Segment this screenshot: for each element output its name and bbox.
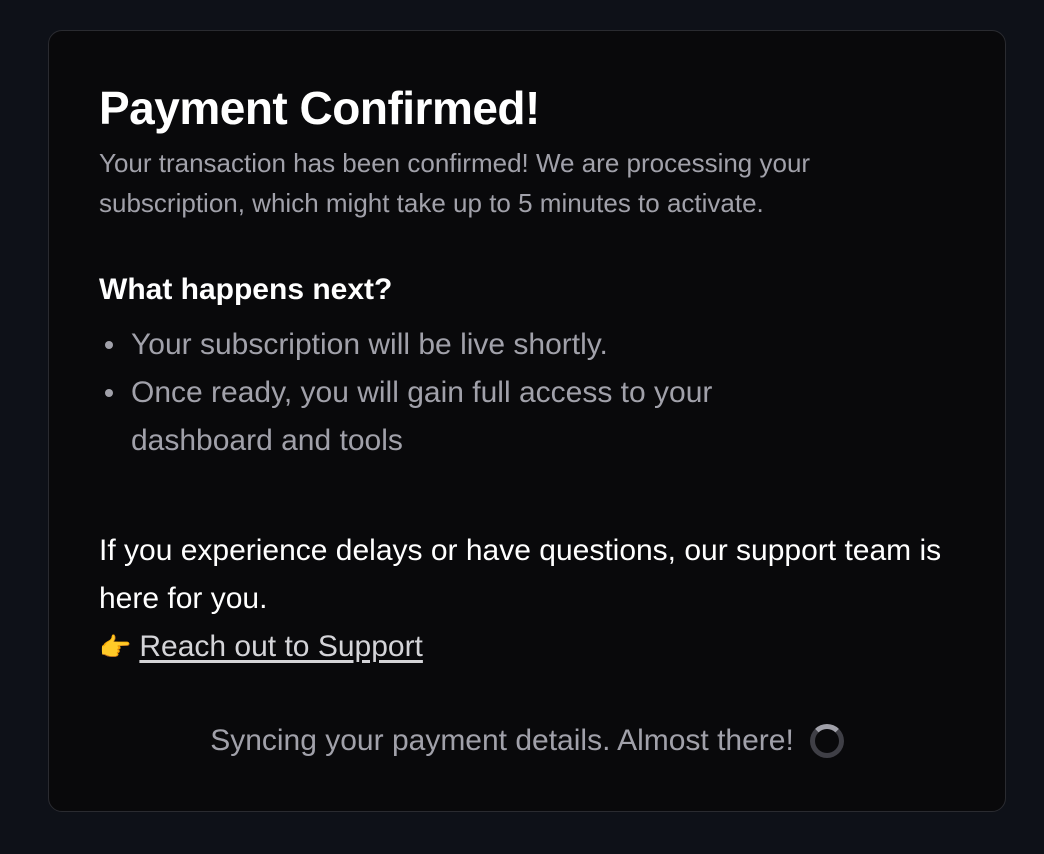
bullet-icon [105, 341, 113, 349]
payment-confirmed-card: Payment Confirmed! Your transaction has … [48, 30, 1006, 812]
support-message: If you experience delays or have questio… [99, 534, 942, 615]
sync-status: Syncing your payment details. Almost the… [49, 719, 1005, 763]
page-title: Payment Confirmed! [99, 82, 540, 134]
list-item-text: Once ready, you will gain full access to… [131, 376, 713, 457]
list-item-text: Your subscription will be live shortly. [131, 328, 608, 361]
next-steps-list: Your subscription will be live shortly. … [99, 321, 839, 465]
loading-spinner-icon [809, 724, 844, 758]
list-item: Once ready, you will gain full access to… [99, 369, 839, 465]
bullet-icon [105, 389, 113, 397]
sync-status-text: Syncing your payment details. Almost the… [210, 724, 794, 757]
support-link-row: 👉 Reach out to Support [99, 623, 423, 671]
support-link[interactable]: Reach out to Support [139, 623, 423, 671]
pointing-right-icon: 👉 [99, 632, 132, 662]
list-item: Your subscription will be live shortly. [99, 321, 839, 369]
next-steps-heading: What happens next? [99, 273, 393, 306]
confirmation-message: Your transaction has been confirmed! We … [99, 148, 811, 218]
